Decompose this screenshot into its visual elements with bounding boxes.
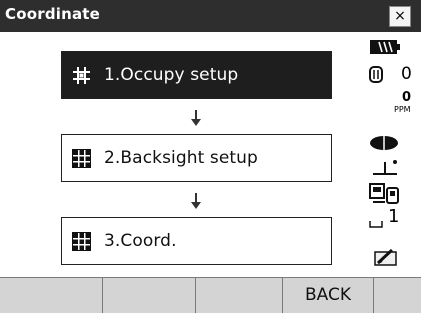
battery-icon — [370, 40, 400, 54]
occupy-grid-icon — [73, 66, 90, 84]
page-number: 1 — [388, 206, 400, 227]
page-indicator-icon — [369, 221, 383, 228]
ppm-value: 0 — [402, 90, 412, 105]
softkey-2[interactable] — [103, 278, 196, 313]
tilt-icon — [373, 160, 397, 175]
step-backsight-setup[interactable]: 2.Backsight setup — [61, 134, 332, 182]
input-mode-icon — [374, 248, 397, 266]
ppm-unit: PPM — [394, 105, 411, 114]
prism-target-icon — [370, 136, 398, 150]
softkey-bar: BACK — [0, 277, 421, 313]
prism-constant-value: 0 — [401, 64, 412, 84]
softkey-5[interactable] — [374, 278, 421, 313]
window-title: Coordinate — [5, 5, 101, 23]
main-content: 1.Occupy setup 2.Backsight setup 3.Coord… — [0, 32, 421, 277]
softkey-3[interactable] — [196, 278, 283, 313]
communication-icon — [369, 183, 399, 204]
back-softkey[interactable]: BACK — [283, 278, 374, 313]
step-label: 2.Backsight setup — [104, 148, 258, 168]
step-occupy-setup[interactable]: 1.Occupy setup — [61, 51, 332, 99]
softkey-1[interactable] — [0, 278, 103, 313]
title-bar: Coordinate × — [0, 0, 421, 32]
prism-constant-icon — [369, 66, 383, 83]
close-icon: × — [394, 8, 406, 24]
arrow-down-icon — [191, 193, 201, 209]
grid-icon — [72, 231, 91, 251]
status-panel: 0 0 PPM 1 — [364, 32, 421, 277]
close-button[interactable]: × — [389, 6, 411, 27]
step-label: 3.Coord. — [104, 231, 177, 251]
arrow-down-icon — [191, 110, 201, 126]
step-coord[interactable]: 3.Coord. — [61, 217, 332, 265]
grid-icon — [72, 148, 91, 168]
step-label: 1.Occupy setup — [104, 65, 239, 85]
